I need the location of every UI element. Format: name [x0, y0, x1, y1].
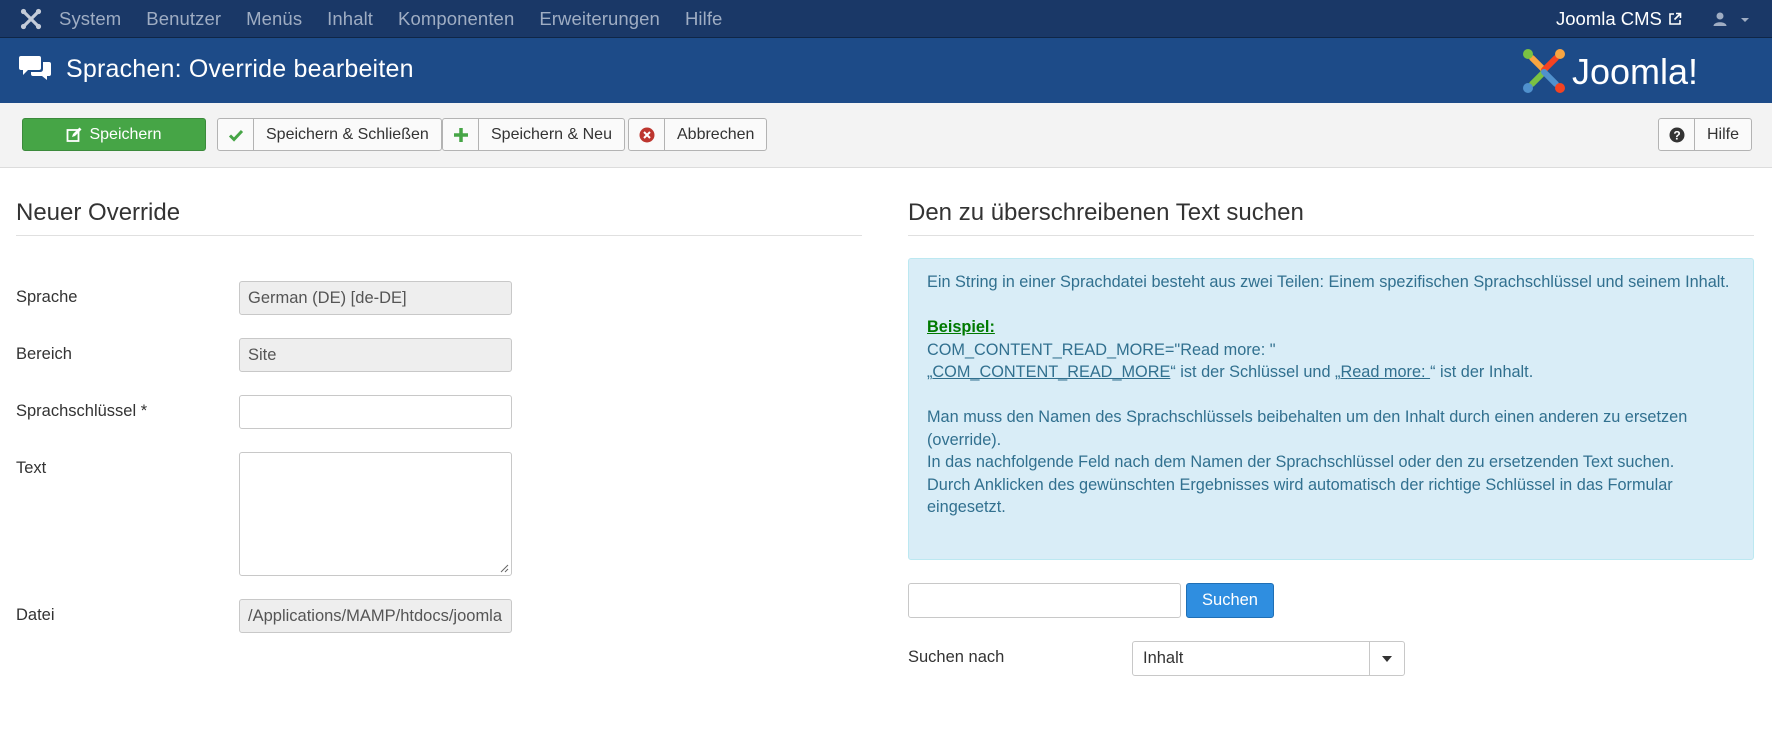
- save-close-icon-wrap: [218, 119, 254, 150]
- language-field: German (DE) [de-DE]: [239, 281, 512, 315]
- save-button[interactable]: Speichern: [22, 118, 206, 151]
- top-navbar: System Benutzer Menüs Inhalt Komponenten…: [0, 0, 1772, 38]
- client-label: Bereich: [16, 345, 72, 363]
- menu-hilfe[interactable]: Hilfe: [685, 8, 723, 30]
- example-key: COM_CONTENT_READ_MORE: [932, 363, 1171, 381]
- plus-icon: [453, 127, 468, 142]
- question-icon: ?: [1669, 127, 1684, 142]
- cancel-icon: [639, 127, 654, 142]
- file-label: Datei: [16, 606, 55, 624]
- joomla-logo: Joomla!: [1518, 46, 1758, 96]
- client-field: Site: [239, 338, 512, 372]
- search-input[interactable]: [908, 583, 1181, 618]
- language-label: Sprache: [16, 288, 78, 306]
- file-field: /Applications/MAMP/htdocs/joomla: [239, 599, 512, 633]
- menu-benutzer[interactable]: Benutzer: [146, 8, 221, 30]
- site-name: Joomla CMS: [1556, 8, 1662, 29]
- save-new-button[interactable]: Speichern & Neu: [442, 118, 625, 151]
- example-code: COM_CONTENT_READ_MORE="Read more: ": [927, 340, 1276, 359]
- user-menu[interactable]: [1712, 9, 1756, 29]
- example-value: Read more:: [1340, 363, 1431, 381]
- menu-menus[interactable]: Menüs: [246, 8, 302, 30]
- key-input[interactable]: [239, 395, 512, 429]
- user-icon: [1713, 12, 1727, 26]
- edit-icon: [67, 127, 82, 142]
- menu-erweiterungen[interactable]: Erweiterungen: [539, 8, 660, 30]
- menu-inhalt[interactable]: Inhalt: [327, 8, 373, 30]
- new-override-title: Neuer Override: [16, 199, 181, 226]
- example-mid: “ ist der Schlüssel und „: [1170, 363, 1341, 381]
- toolbar: Speichern Speichern & Schließen Speicher…: [0, 103, 1772, 168]
- search-by-label: Suchen nach: [908, 648, 1005, 666]
- save-new-icon-wrap: [443, 119, 479, 150]
- text-area[interactable]: [239, 452, 512, 576]
- info-line-5: Durch Anklicken des gewünschten Ergebnis…: [927, 475, 1673, 517]
- joomla-icon[interactable]: [18, 7, 44, 31]
- info-gap-2: [927, 384, 1735, 407]
- site-link[interactable]: Joomla CMS: [1556, 0, 1682, 38]
- info-line-3: Man muss den Namen des Sprachschlüssels …: [927, 408, 1688, 449]
- text-label: Text: [16, 459, 47, 477]
- menu-komponenten[interactable]: Komponenten: [398, 8, 514, 30]
- external-link-icon: [1669, 12, 1682, 25]
- right-divider: [908, 235, 1754, 236]
- check-icon: [228, 129, 243, 142]
- help-label: Hilfe: [1707, 125, 1740, 143]
- resize-grip-icon[interactable]: [500, 564, 509, 573]
- menu-system[interactable]: System: [59, 8, 121, 30]
- save-new-label: Speichern & Neu: [491, 125, 612, 143]
- search-by-value: Inhalt: [1143, 649, 1184, 667]
- search-by-select[interactable]: Inhalt: [1132, 641, 1405, 676]
- left-divider: [16, 235, 862, 236]
- main-menu: System Benutzer Menüs Inhalt Komponenten…: [59, 0, 747, 38]
- info-gap-1: [927, 294, 1735, 317]
- comments-icon: [19, 56, 51, 80]
- help-button[interactable]: ? Hilfe: [1658, 118, 1753, 151]
- info-line-1: Ein String in einer Sprachdatei besteht …: [927, 273, 1730, 291]
- search-button[interactable]: Suchen: [1186, 583, 1274, 618]
- svg-text:?: ?: [1673, 128, 1680, 142]
- info-line-4: In das nachfolgende Feld nach dem Namen …: [927, 453, 1675, 471]
- example-explanation: „COM_CONTENT_READ_MORE“ ist der Schlüsse…: [927, 361, 1735, 384]
- search-section-title: Den zu überschreibenen Text suchen: [908, 199, 1304, 226]
- select-arrow[interactable]: [1369, 642, 1404, 675]
- help-icon-wrap: ?: [1659, 119, 1695, 150]
- cancel-button[interactable]: Abbrechen: [628, 118, 768, 151]
- caret-down-icon: [1741, 18, 1749, 22]
- page-title: Sprachen: Override bearbeiten: [66, 55, 414, 83]
- key-label: Sprachschlüssel *: [16, 402, 148, 420]
- caret-down-icon: [1382, 655, 1392, 662]
- cancel-icon-wrap: [629, 119, 665, 150]
- cancel-label: Abbrechen: [677, 125, 755, 143]
- save-close-label: Speichern & Schließen: [266, 125, 429, 143]
- example-end: “ ist der Inhalt.: [1430, 363, 1534, 381]
- info-alert: Ein String in einer Sprachdatei besteht …: [908, 258, 1754, 560]
- page-header: Sprachen: Override bearbeiten Joomla!: [0, 38, 1772, 103]
- logo-text: Joomla!: [1572, 51, 1698, 92]
- example-label: Beispiel:: [927, 318, 995, 336]
- save-close-button[interactable]: Speichern & Schließen: [217, 118, 442, 151]
- save-label: Speichern: [89, 125, 162, 143]
